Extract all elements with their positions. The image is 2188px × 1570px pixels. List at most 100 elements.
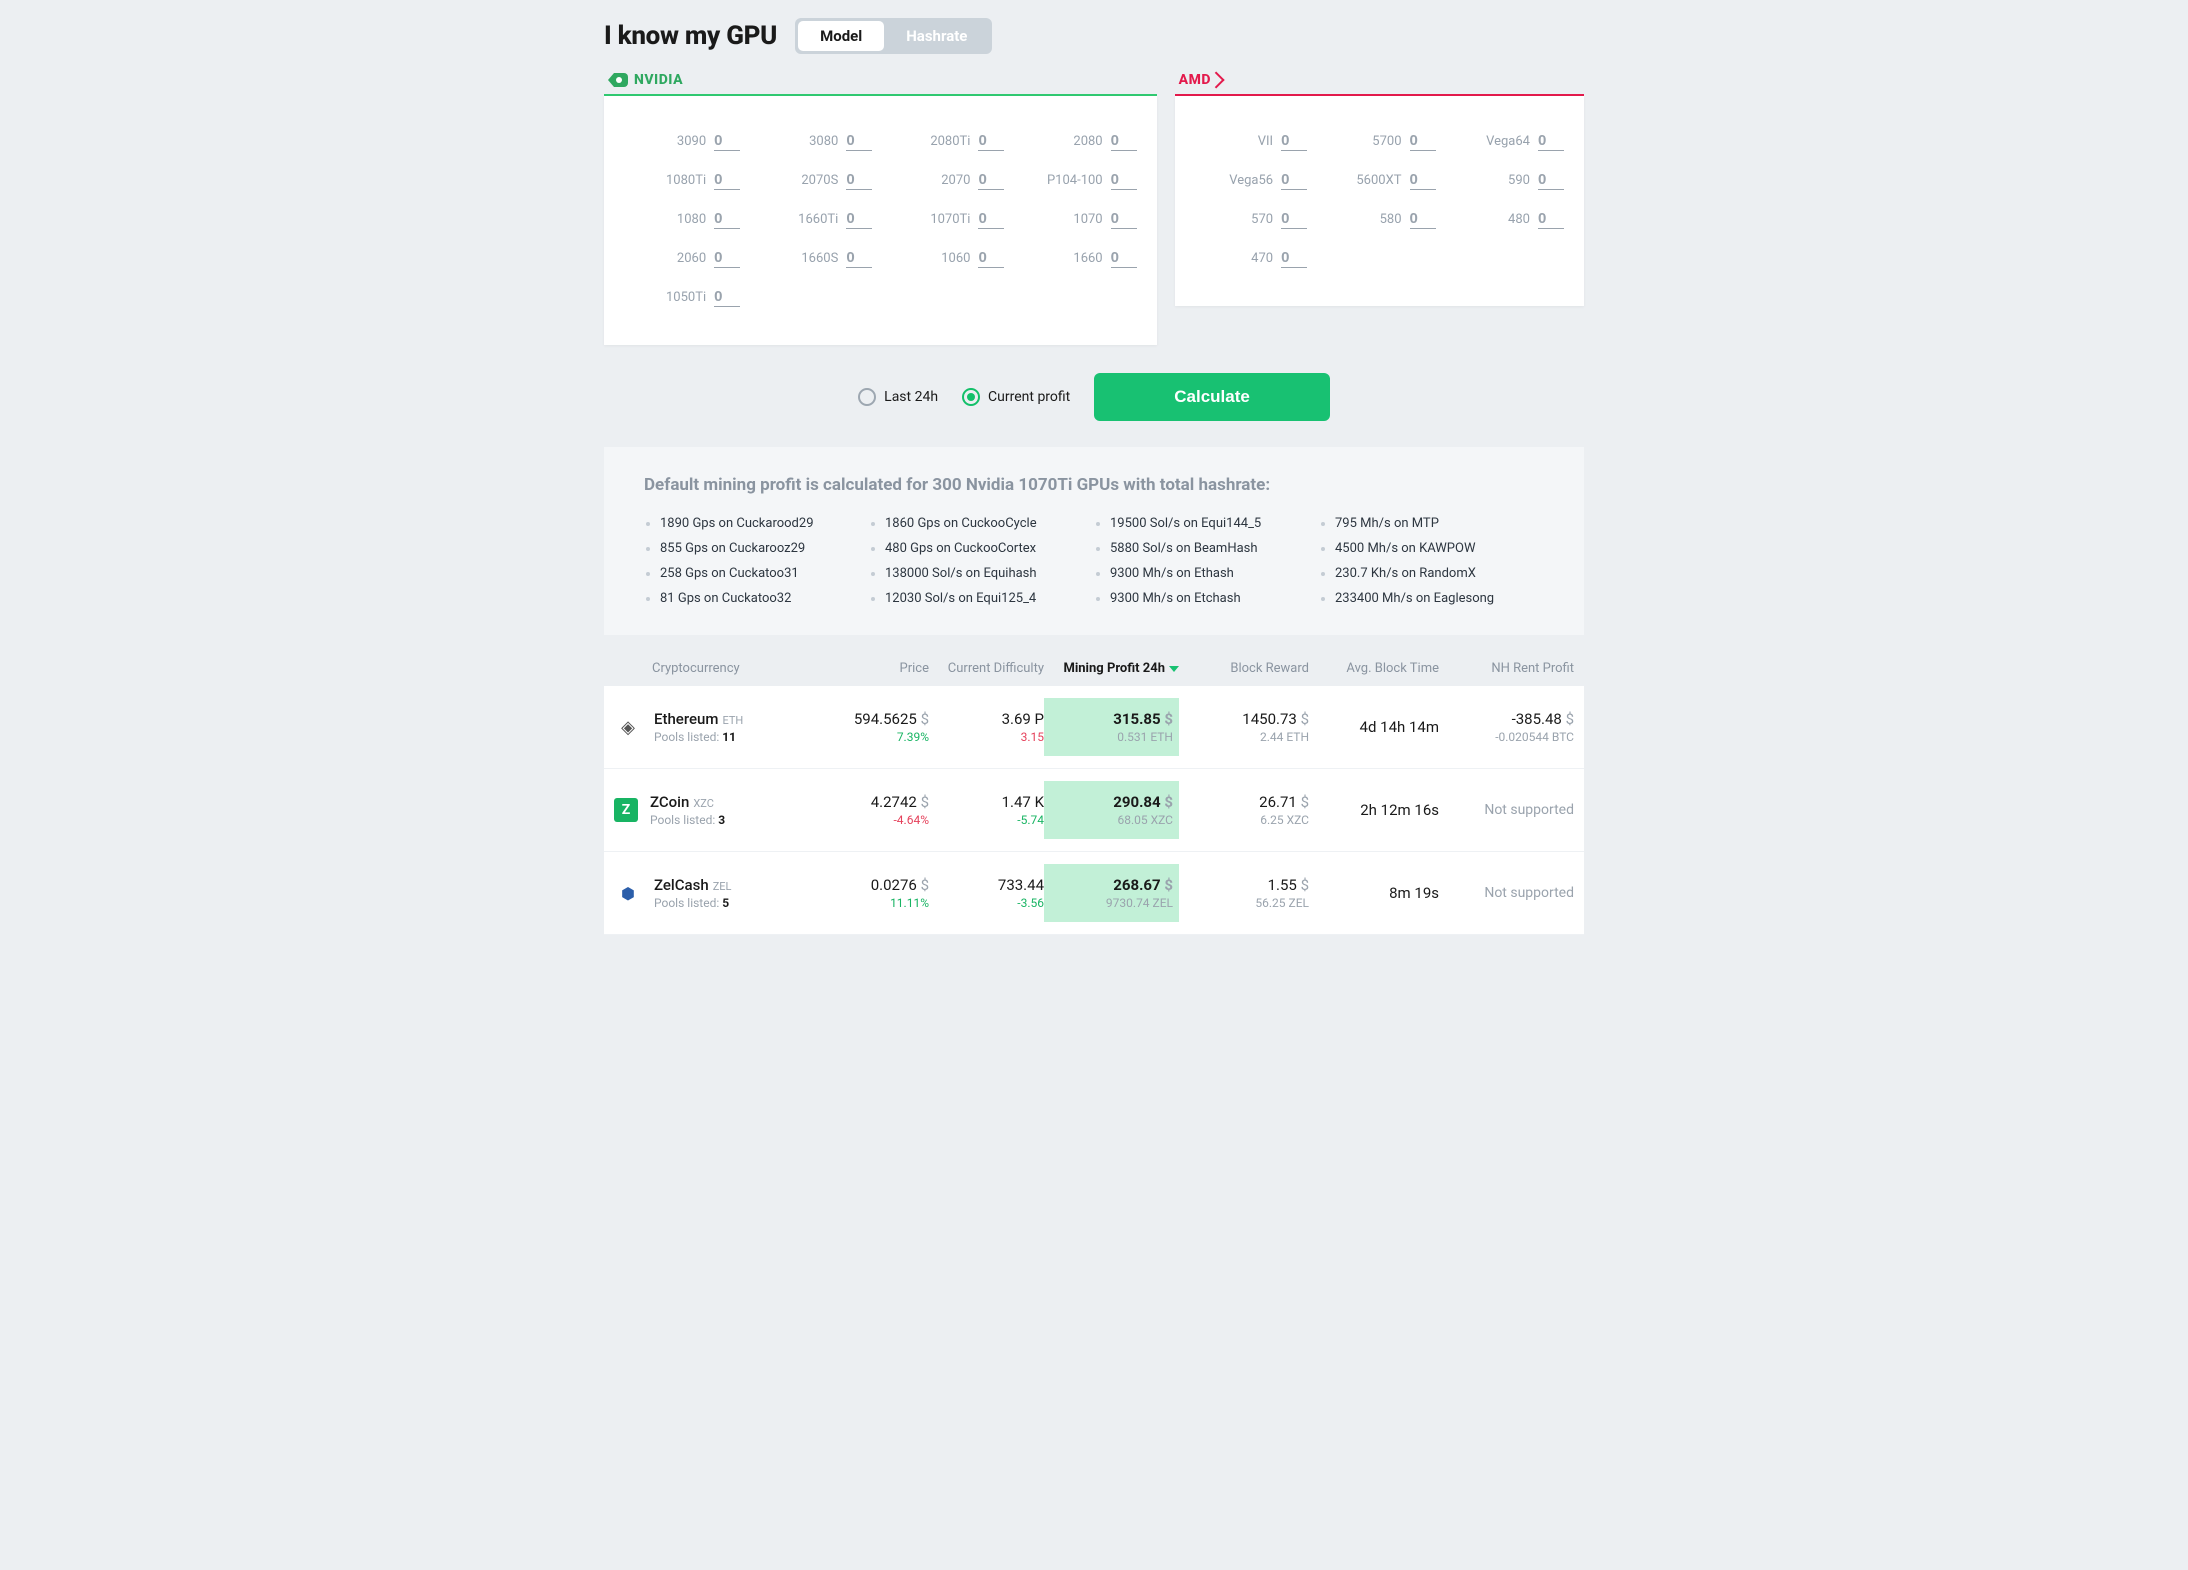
calculate-button[interactable]: Calculate bbox=[1094, 373, 1330, 421]
gpu-label: 590 bbox=[1508, 173, 1530, 188]
gpu-count-input[interactable] bbox=[846, 210, 872, 229]
col-cryptocurrency[interactable]: Cryptocurrency bbox=[614, 661, 814, 676]
gpu-count-input[interactable] bbox=[978, 249, 1004, 268]
gpu-count-input[interactable] bbox=[978, 132, 1004, 151]
hashrate-item: 233400 Mh/s on Eaglesong bbox=[1319, 586, 1544, 611]
nh-rent-cell: Not supported bbox=[1439, 885, 1574, 901]
gpu-label: 2080Ti bbox=[930, 134, 970, 149]
radio-last-24h[interactable]: Last 24h bbox=[858, 388, 938, 406]
gpu-count-input[interactable] bbox=[1281, 132, 1307, 151]
nvidia-gpu-cell: 2080 bbox=[1012, 122, 1144, 161]
coin-cell: ZZCoinXZCPools listed: 3 bbox=[614, 793, 814, 827]
nvidia-gpu-cell: 3090 bbox=[616, 122, 748, 161]
gpu-count-input[interactable] bbox=[1111, 171, 1137, 190]
gpu-count-input[interactable] bbox=[1410, 132, 1436, 151]
col-block-reward[interactable]: Block Reward bbox=[1179, 661, 1309, 676]
table-row[interactable]: ⬢ZelCashZELPools listed: 50.0276 $11.11%… bbox=[604, 852, 1584, 935]
radio-current-profit[interactable]: Current profit bbox=[962, 388, 1070, 406]
hashrate-item: 855 Gps on Cuckarooz29 bbox=[644, 536, 869, 561]
zelcash-icon: ⬢ bbox=[614, 879, 642, 907]
nvidia-gpu-cell: 1050Ti bbox=[616, 278, 748, 317]
nvidia-gpu-cell: P104-100 bbox=[1012, 161, 1144, 200]
col-avg-block-time[interactable]: Avg. Block Time bbox=[1309, 661, 1439, 676]
coin-ticker: XZC bbox=[693, 797, 714, 810]
gpu-label: 1080 bbox=[677, 212, 706, 227]
hashrate-summary-box: Default mining profit is calculated for … bbox=[604, 447, 1584, 635]
profit-cell: 268.67 $9730.74 ZEL bbox=[1044, 864, 1179, 922]
gpu-label: 1050Ti bbox=[666, 290, 706, 305]
gpu-count-input[interactable] bbox=[1111, 132, 1137, 151]
radio-last-24h-label: Last 24h bbox=[884, 389, 938, 405]
amd-brand-header: AMD bbox=[1175, 72, 1584, 94]
radio-current-profit-label: Current profit bbox=[988, 389, 1070, 405]
gpu-count-input[interactable] bbox=[978, 210, 1004, 229]
difficulty-cell: 1.47 K-5.74 bbox=[929, 793, 1044, 827]
col-nh-rent-profit[interactable]: NH Rent Profit bbox=[1439, 661, 1574, 676]
gpu-count-input[interactable] bbox=[978, 171, 1004, 190]
table-row[interactable]: ◈EthereumETHPools listed: 11594.5625 $7.… bbox=[604, 686, 1584, 769]
col-difficulty[interactable]: Current Difficulty bbox=[929, 661, 1044, 676]
nvidia-gpu-cell: 1660S bbox=[748, 239, 880, 278]
col-mining-profit[interactable]: Mining Profit 24h bbox=[1044, 661, 1179, 676]
coin-name: ZelCash bbox=[654, 876, 709, 894]
gpu-count-input[interactable] bbox=[714, 249, 740, 268]
gpu-count-input[interactable] bbox=[1111, 210, 1137, 229]
input-mode-toggle: Model Hashrate bbox=[795, 18, 992, 54]
ethereum-icon: ◈ bbox=[614, 713, 642, 741]
gpu-count-input[interactable] bbox=[1281, 171, 1307, 190]
nvidia-gpu-cell: 2070 bbox=[880, 161, 1012, 200]
coin-pools: Pools listed: 5 bbox=[654, 896, 731, 910]
hashrate-item: 81 Gps on Cuckatoo32 bbox=[644, 586, 869, 611]
gpu-count-input[interactable] bbox=[1281, 249, 1307, 268]
toggle-hashrate[interactable]: Hashrate bbox=[884, 21, 989, 51]
gpu-count-input[interactable] bbox=[846, 249, 872, 268]
nvidia-logo-icon bbox=[608, 73, 628, 87]
toggle-model[interactable]: Model bbox=[798, 21, 884, 51]
reward-cell: 26.71 $6.25 XZC bbox=[1179, 793, 1309, 827]
gpu-count-input[interactable] bbox=[1111, 249, 1137, 268]
nvidia-gpu-cell: 1080 bbox=[616, 200, 748, 239]
hashrate-item: 138000 Sol/s on Equihash bbox=[869, 561, 1094, 586]
nh-rent-cell: -385.48 $-0.020544 BTC bbox=[1439, 710, 1574, 744]
zcoin-icon: Z bbox=[614, 798, 638, 822]
gpu-count-input[interactable] bbox=[1410, 171, 1436, 190]
gpu-label: 3090 bbox=[677, 134, 706, 149]
gpu-label: 1070 bbox=[1073, 212, 1102, 227]
nvidia-gpu-cell: 2080Ti bbox=[880, 122, 1012, 161]
hashrate-item: 4500 Mh/s on KAWPOW bbox=[1319, 536, 1544, 561]
page-title: I know my GPU bbox=[604, 21, 777, 51]
amd-gpu-cell: Vega56 bbox=[1187, 161, 1315, 200]
profit-cell: 315.85 $0.531 ETH bbox=[1044, 698, 1179, 756]
hashrate-item: 9300 Mh/s on Etchash bbox=[1094, 586, 1319, 611]
gpu-count-input[interactable] bbox=[846, 171, 872, 190]
gpu-count-input[interactable] bbox=[1538, 210, 1564, 229]
gpu-count-input[interactable] bbox=[714, 210, 740, 229]
hashrate-item: 1860 Gps on CuckooCycle bbox=[869, 511, 1094, 536]
hashrate-item: 795 Mh/s on MTP bbox=[1319, 511, 1544, 536]
gpu-count-input[interactable] bbox=[1538, 132, 1564, 151]
gpu-count-input[interactable] bbox=[1410, 210, 1436, 229]
nvidia-gpu-cell: 2060 bbox=[616, 239, 748, 278]
table-row[interactable]: ZZCoinXZCPools listed: 34.2742 $-4.64%1.… bbox=[604, 769, 1584, 852]
nvidia-gpu-cell: 1080Ti bbox=[616, 161, 748, 200]
nh-rent-cell: Not supported bbox=[1439, 802, 1574, 818]
hashrate-item: 258 Gps on Cuckatoo31 bbox=[644, 561, 869, 586]
gpu-count-input[interactable] bbox=[1281, 210, 1307, 229]
col-price[interactable]: Price bbox=[814, 661, 929, 676]
coin-cell: ◈EthereumETHPools listed: 11 bbox=[614, 710, 814, 744]
hashrate-item: 230.7 Kh/s on RandomX bbox=[1319, 561, 1544, 586]
reward-cell: 1450.73 $2.44 ETH bbox=[1179, 710, 1309, 744]
block-time-cell: 2h 12m 16s bbox=[1309, 801, 1439, 819]
amd-gpu-cell: 480 bbox=[1444, 200, 1572, 239]
gpu-count-input[interactable] bbox=[1538, 171, 1564, 190]
gpu-label: 1070Ti bbox=[930, 212, 970, 227]
gpu-count-input[interactable] bbox=[846, 132, 872, 151]
gpu-label: Vega56 bbox=[1229, 173, 1273, 188]
gpu-label: 1660 bbox=[1073, 251, 1102, 266]
gpu-count-input[interactable] bbox=[714, 288, 740, 307]
gpu-label: 1660S bbox=[801, 251, 838, 266]
gpu-label: 480 bbox=[1508, 212, 1530, 227]
coin-cell: ⬢ZelCashZELPools listed: 5 bbox=[614, 876, 814, 910]
gpu-count-input[interactable] bbox=[714, 171, 740, 190]
gpu-count-input[interactable] bbox=[714, 132, 740, 151]
